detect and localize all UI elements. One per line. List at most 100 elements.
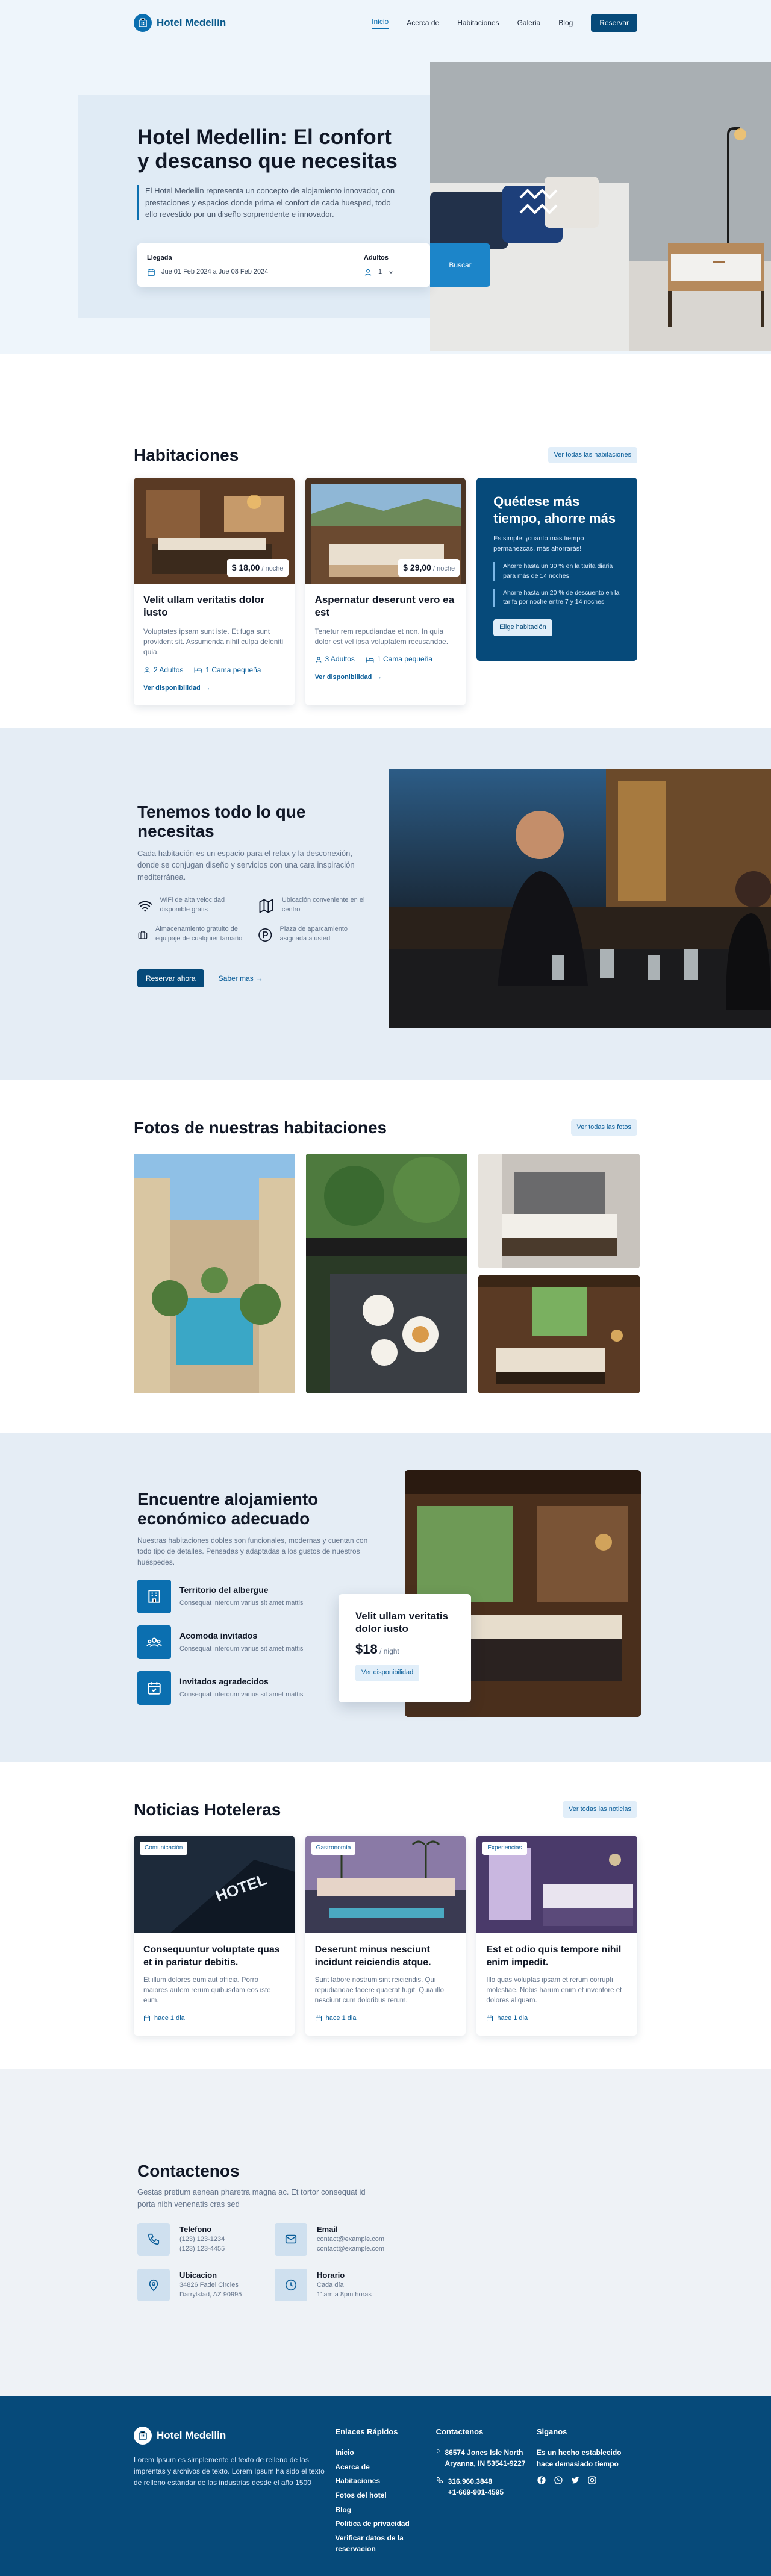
nav-acerca[interactable]: Acerca de	[407, 18, 439, 28]
room-bed: 1 Cama pequeña	[366, 654, 432, 664]
contact-line: Darrylstad, AZ 90995	[179, 2290, 242, 2298]
chevron-down-icon	[388, 269, 394, 275]
footer-phone[interactable]: 316.960.3848	[448, 2476, 504, 2487]
user-icon	[316, 657, 322, 663]
site-header: Hotel Medellin Inicio Acerca de Habitaci…	[0, 0, 771, 46]
footer-address-text: 86574 Jones Isle North Aryanna, IN 53541…	[445, 2448, 526, 2468]
choose-room-button[interactable]: Elige habitación	[493, 619, 552, 636]
nav-blog[interactable]: Blog	[558, 18, 573, 28]
courtyard-photo[interactable]	[134, 1154, 295, 1394]
amenity-text: WiFi de alta velocidad disponible gratis	[160, 896, 225, 914]
news-category-tag: Comunicación	[140, 1842, 188, 1855]
footer-link[interactable]: Fotos del hotel	[335, 2490, 435, 2501]
news-headline: Est et odio quis tempore nihil enim impe…	[486, 1945, 622, 1968]
nav-galeria[interactable]: Galeria	[517, 18, 541, 28]
news-card[interactable]: HOTEL Comunicación Consequuntur voluptat…	[134, 1836, 295, 2036]
contact-line[interactable]: contact@example.com	[317, 2235, 384, 2244]
twitter-icon[interactable]	[570, 2475, 580, 2485]
footer-link[interactable]: Blog	[335, 2504, 435, 2516]
contact-description: Gestas pretium aenean pharetra magna ac.…	[137, 2187, 366, 2209]
adults-label: Adultos	[364, 254, 389, 261]
calendar-icon	[147, 268, 155, 277]
news-excerpt: Et illum dolores eum aut officia. Porro …	[143, 1976, 271, 2005]
check-availability-link[interactable]: Ver disponibilidad →	[143, 684, 285, 693]
calendar-check-icon	[137, 1671, 171, 1705]
room-card[interactable]: $ 18,00 / noche Velit ullam veritatis do…	[134, 478, 295, 706]
footer-link[interactable]: Politica de privacidad	[335, 2518, 435, 2530]
contact-item-phone: Telefono (123) 123-1234 (123) 123-4455	[137, 2223, 275, 2256]
calendar-icon	[487, 2015, 493, 2022]
suite-photo[interactable]	[478, 1275, 640, 1394]
footer-address: 86574 Jones Isle North Aryanna, IN 53541…	[436, 2447, 537, 2469]
news-excerpt: Sunt labore nostrum sint reiciendis. Qui…	[314, 1976, 444, 2005]
clock-icon	[275, 2269, 307, 2301]
photos-section: Fotos de nuestras habitaciones Ver todas…	[0, 1080, 771, 1433]
learn-more-link[interactable]: Saber mas →	[219, 974, 263, 984]
facebook-icon[interactable]	[537, 2475, 546, 2485]
contact-line[interactable]: contact@example.com	[317, 2245, 384, 2254]
featured-room-price-unit: / night	[379, 1646, 399, 1655]
book-now-button[interactable]: Reservar ahora	[137, 969, 204, 988]
news-card[interactable]: Experiencias Est et odio quis tempore ni…	[476, 1836, 638, 2036]
amenity-text: Plaza de aparcamiento asignada a usted	[279, 925, 348, 943]
footer-brand-logo[interactable]: Hotel Medellin	[134, 2427, 335, 2445]
arrival-field[interactable]: Llegada Jue 01 Feb 2024 a Jue 08 Feb 202…	[147, 254, 346, 277]
footer-link[interactable]: Acerca de	[335, 2462, 435, 2473]
brand-logo[interactable]: Hotel Medellin	[134, 14, 226, 32]
see-all-news-link[interactable]: Ver todas las noticias	[563, 1801, 637, 1818]
news-date: hace 1 dia	[315, 2014, 457, 2023]
bed-icon	[366, 657, 374, 663]
room-card[interactable]: $ 29,00 / noche Aspernatur deserunt vero…	[305, 478, 466, 706]
see-all-rooms-link[interactable]: Ver todas las habitaciones	[548, 446, 637, 464]
featured-room-title: Velit ullam veritatis dolor iusto	[355, 1610, 449, 1635]
news-card[interactable]: Gastronomía Deserunt minus nesciunt inci…	[305, 1836, 466, 2036]
phone-icon	[137, 2223, 170, 2256]
calendar-icon	[144, 2015, 150, 2022]
footer-link[interactable]: Verificar datos de la reservacion	[335, 2533, 435, 2555]
contact-line: 34826 Fadel Circles	[179, 2281, 239, 2289]
room-adults-label: 3 Adultos	[325, 655, 355, 664]
arrow-right-icon: →	[375, 674, 382, 681]
phone-icon	[436, 2477, 443, 2484]
featured-room-card[interactable]: Velit ullam veritatis dolor iusto $18 / …	[339, 1594, 471, 1702]
room-price: $ 18,00	[231, 562, 260, 572]
nav-habitaciones[interactable]: Habitaciones	[457, 18, 499, 28]
feature-title: Territorio del albergue	[179, 1584, 269, 1595]
room-bed-label: 1 Cama pequeña	[205, 665, 261, 674]
see-all-photos-link[interactable]: Ver todas las fotos	[570, 1119, 637, 1136]
mail-icon	[275, 2223, 307, 2256]
contact-item-title: Email	[317, 2225, 338, 2234]
site-footer: Hotel Medellin Lorem Ipsum es simplement…	[0, 2396, 771, 2576]
search-button[interactable]: Buscar	[430, 243, 490, 287]
contact-line: 11am a 8pm horas	[317, 2290, 372, 2298]
room-title: Aspernatur deserunt vero ea est	[314, 594, 455, 619]
user-icon	[364, 268, 372, 277]
instagram-icon[interactable]	[587, 2475, 597, 2485]
footer-link[interactable]: Habitaciones	[335, 2475, 435, 2487]
budget-section: Encuentre alojamiento económico adecuado…	[0, 1433, 771, 1762]
room-description: Tenetur rem repudiandae et non. In quia …	[314, 627, 449, 646]
room-bed: 1 Cama pequeña	[194, 665, 261, 675]
adults-field[interactable]: Adultos 1	[364, 254, 394, 277]
check-availability-button[interactable]: Ver disponibilidad	[355, 1665, 420, 1681]
bed-icon	[194, 667, 202, 673]
check-availability-link[interactable]: Ver disponibilidad →	[315, 673, 457, 682]
amenity-item: WiFi de alta velocidad disponible gratis	[137, 896, 246, 916]
news-date: hace 1 dia	[143, 2014, 285, 2023]
location-icon	[137, 2269, 170, 2301]
contact-line: Cada día	[317, 2281, 344, 2289]
contact-item-hours: Horario Cada día 11am a 8pm horas	[275, 2269, 412, 2301]
hero-text: Hotel Medellin: El confort y descanso qu…	[137, 125, 402, 220]
footer-link[interactable]: Inicio	[335, 2447, 435, 2459]
footer-social-description: Es un hecho establecido hace demasiado t…	[536, 2448, 622, 2468]
breakfast-photo[interactable]	[306, 1154, 467, 1394]
bedroom-photo[interactable]	[478, 1154, 640, 1269]
amenities-title: Tenemos todo lo que necesitas	[137, 802, 306, 841]
whatsapp-icon[interactable]	[554, 2475, 563, 2485]
reserve-button[interactable]: Reservar	[591, 14, 637, 32]
promo-point: Ahorre hasta un 30 % en la tarifa diaria…	[493, 562, 620, 581]
booking-search-card: Llegada Jue 01 Feb 2024 a Jue 08 Feb 202…	[137, 243, 430, 287]
footer-phone[interactable]: +1-669-901-4595	[448, 2487, 504, 2498]
footer-brand-name: Hotel Medellin	[157, 2430, 226, 2442]
nav-inicio[interactable]: Inicio	[372, 17, 389, 29]
